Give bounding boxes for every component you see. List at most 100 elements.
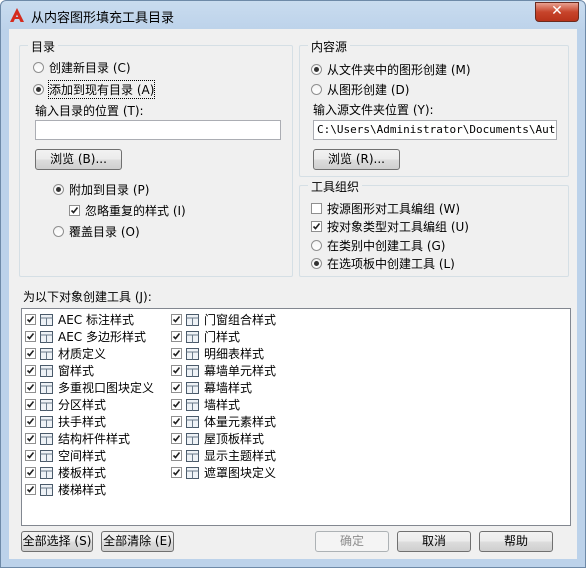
railing-icon [39, 415, 55, 429]
object-type-item[interactable]: 屋顶板样式 [171, 430, 276, 447]
object-type-item[interactable]: 门窗组合样式 [171, 311, 276, 328]
radio-indicator [311, 84, 322, 95]
checkbox-checked[interactable] [25, 467, 36, 478]
add-existing-catalog-radio[interactable]: 添加到现有目录 (A) [33, 80, 156, 99]
object-type-item[interactable]: 遮罩图块定义 [171, 464, 276, 481]
slab-icon [39, 466, 55, 480]
create-in-palette-radio[interactable]: 在选项板中创建工具 (L) [311, 255, 455, 272]
checkbox-checked[interactable] [25, 433, 36, 444]
checkbox-checked[interactable] [171, 314, 182, 325]
object-type-item[interactable]: 空间样式 [25, 447, 154, 464]
object-type-item[interactable]: 材质定义 [25, 345, 154, 362]
object-type-label: 楼板样式 [58, 466, 107, 480]
checkbox-checked[interactable] [171, 399, 182, 410]
from-drawing-radio[interactable]: 从图形创建 (D) [311, 81, 409, 98]
display-theme-icon [185, 449, 201, 463]
radio-indicator-selected [311, 64, 322, 75]
checkbox-checked[interactable] [171, 433, 182, 444]
object-type-label: 扶手样式 [58, 415, 107, 429]
structural-member-icon [39, 432, 55, 446]
checkbox-checked[interactable] [25, 382, 36, 393]
checkbox-checked[interactable] [25, 450, 36, 461]
object-types-column-1: AEC 标注样式 AEC 多边形样式 材质定义 窗样式 多重视口图块定义分区样式扶手样式… [25, 311, 154, 498]
object-type-label: 明细表样式 [204, 347, 265, 361]
checkbox-checked[interactable] [171, 467, 182, 478]
clear-all-button[interactable]: 全部清除 (E) [101, 531, 174, 552]
aec-dimension-icon [39, 313, 55, 327]
object-type-label: AEC 多边形样式 [58, 330, 146, 344]
from-folder-radio[interactable]: 从文件夹中的图形创建 (M) [311, 61, 471, 78]
object-type-item[interactable]: 结构杆件样式 [25, 430, 154, 447]
window-icon [39, 364, 55, 378]
object-type-item[interactable]: 楼板样式 [25, 464, 154, 481]
door-icon [185, 330, 201, 344]
object-type-item[interactable]: 墙样式 [171, 396, 276, 413]
object-type-label: 结构杆件样式 [58, 432, 131, 446]
help-button[interactable]: 帮助 [479, 531, 553, 552]
object-type-item[interactable]: 窗样式 [25, 362, 154, 379]
object-types-column-2: 门窗组合样式 门样式明细表样式 幕墙单元样式 幕墙样式 墙样式 体量元素样式 屋顶板样式 显示… [171, 311, 276, 481]
catalog-browse-button[interactable]: 浏览 (B)... [35, 149, 122, 170]
checkbox-checked[interactable] [171, 416, 182, 427]
object-type-item[interactable]: 幕墙样式 [171, 379, 276, 396]
object-type-item[interactable]: 体量元素样式 [171, 413, 276, 430]
content-source-group: 内容源 从文件夹中的图形创建 (M) 从图形创建 (D) 输入源文件夹位置 (Y… [299, 38, 569, 177]
object-type-item[interactable]: 明细表样式 [171, 345, 276, 362]
checkbox-checked[interactable] [25, 331, 36, 342]
schedule-table-icon [185, 347, 201, 361]
overwrite-catalog-radio[interactable]: 覆盖目录 (O) [53, 223, 140, 240]
object-type-label: 分区样式 [58, 398, 107, 412]
cancel-button[interactable]: 取消 [397, 531, 471, 552]
checkbox-checked[interactable] [25, 399, 36, 410]
mask-block-icon [185, 466, 201, 480]
checkbox-checked[interactable] [171, 450, 182, 461]
checkbox-checked[interactable] [171, 382, 182, 393]
catalog-location-input[interactable] [35, 120, 281, 140]
aec-polygon-icon [39, 330, 55, 344]
checkbox-checked[interactable] [171, 365, 182, 376]
object-type-label: 空间样式 [58, 449, 107, 463]
object-type-label: 门样式 [204, 330, 241, 344]
object-type-item[interactable]: 分区样式 [25, 396, 154, 413]
object-type-item[interactable]: 多重视口图块定义 [25, 379, 154, 396]
object-type-label: 门窗组合样式 [204, 313, 277, 327]
ok-button[interactable]: 确定 [315, 531, 389, 552]
object-type-item[interactable]: 门样式 [171, 328, 276, 345]
object-type-item[interactable]: 楼梯样式 [25, 481, 154, 498]
source-browse-button[interactable]: 浏览 (R)... [313, 149, 400, 170]
object-type-item[interactable]: AEC 标注样式 [25, 311, 154, 328]
create-new-catalog-radio[interactable]: 创建新目录 (C) [33, 59, 131, 76]
object-type-item[interactable]: AEC 多边形样式 [25, 328, 154, 345]
close-button[interactable]: ✕ [535, 2, 579, 22]
ignore-duplicate-styles-checkbox[interactable]: 忽略重复的样式 (I) [69, 202, 186, 219]
object-type-item[interactable]: 扶手样式 [25, 413, 154, 430]
object-types-list[interactable]: AEC 标注样式 AEC 多边形样式 材质定义 窗样式 多重视口图块定义分区样式扶手样式… [21, 308, 571, 526]
checkbox-checked[interactable] [171, 331, 182, 342]
dialog-client: 目录 创建新目录 (C) 添加到现有目录 (A) 输入目录的位置 (T): 浏览… [9, 29, 577, 559]
ignore-duplicate-styles-label: 忽略重复的样式 (I) [85, 204, 186, 218]
checkbox-checked[interactable] [25, 314, 36, 325]
group-by-type-checkbox[interactable]: 按对象类型对工具编组 (U) [311, 218, 469, 235]
catalog-location-label: 输入目录的位置 (T): [35, 104, 144, 118]
checkbox-checked[interactable] [25, 365, 36, 376]
group-by-drawing-checkbox[interactable]: 按源图形对工具编组 (W) [311, 200, 460, 217]
object-type-item[interactable]: 显示主题样式 [171, 447, 276, 464]
autocad-logo-icon [10, 8, 24, 22]
dialog-window: 从内容图形填充工具目录 ✕ 目录 创建新目录 (C) 添加到现有目录 (A) 输… [0, 0, 586, 568]
checkbox-checked[interactable] [25, 416, 36, 427]
object-type-label: AEC 标注样式 [58, 313, 134, 327]
create-in-category-radio[interactable]: 在类别中创建工具 (G) [311, 237, 445, 254]
checkbox-checked[interactable] [171, 348, 182, 359]
checkbox-checked[interactable] [25, 348, 36, 359]
append-to-catalog-radio[interactable]: 附加到目录 (P) [53, 181, 149, 198]
close-icon: ✕ [551, 3, 563, 19]
select-all-button[interactable]: 全部选择 (S) [21, 531, 93, 552]
checkbox-checked[interactable] [25, 484, 36, 495]
title-bar: 从内容图形填充工具目录 ✕ [1, 1, 585, 29]
source-folder-input[interactable]: C:\Users\Administrator\Documents\Autodes… [313, 120, 557, 140]
door-window-assembly-icon [185, 313, 201, 327]
checkbox-checked [69, 205, 80, 216]
append-to-catalog-label: 附加到目录 (P) [69, 183, 150, 197]
create-in-category-label: 在类别中创建工具 (G) [327, 239, 446, 253]
object-type-item[interactable]: 幕墙单元样式 [171, 362, 276, 379]
